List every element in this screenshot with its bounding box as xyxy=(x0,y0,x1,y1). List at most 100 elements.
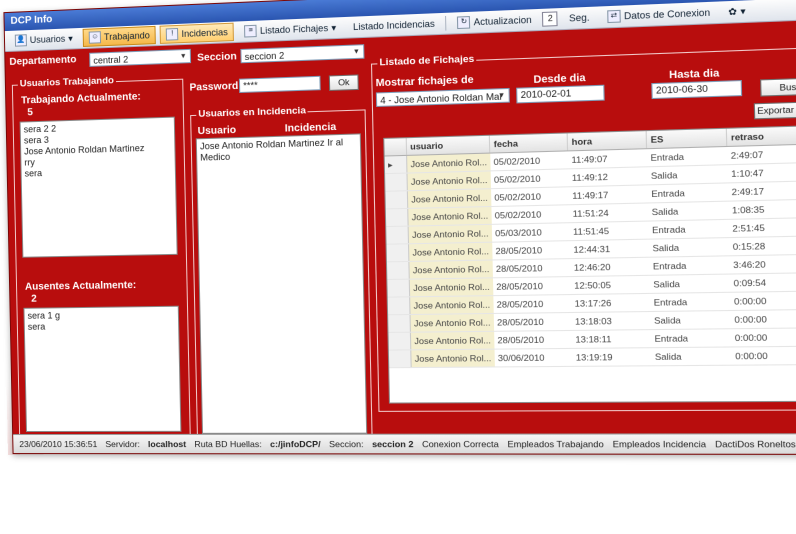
incidencias-button[interactable]: ! Incidencias xyxy=(160,23,234,44)
column-header-fecha[interactable]: fecha xyxy=(490,133,568,153)
cell-ES[interactable]: Entrada xyxy=(649,219,730,239)
cell-usuario[interactable]: Jose Antonio Rol... xyxy=(408,224,492,243)
cell-usuario[interactable]: Jose Antonio Rol... xyxy=(409,278,493,297)
cell-ES[interactable]: Salida xyxy=(648,201,729,221)
cell-hora[interactable]: 11:51:45 xyxy=(570,221,649,241)
ok-button[interactable]: Ok xyxy=(329,74,359,91)
cell-fecha[interactable]: 28/05/2010 xyxy=(492,259,570,278)
row-selector[interactable] xyxy=(389,350,411,368)
departamento-select[interactable]: central 2 ▾ xyxy=(89,49,191,67)
cell-hora[interactable]: 11:49:07 xyxy=(568,149,647,169)
incidencia-list[interactable]: Jose Antonio Roldan Martinez Ir al Medic… xyxy=(196,133,367,433)
cell-usuario[interactable]: Jose Antonio Rol... xyxy=(411,349,495,367)
row-selector[interactable]: ▸ xyxy=(385,155,407,173)
list-item[interactable]: Jose Antonio Roldan Martinez Ir al Medic… xyxy=(200,137,357,164)
column-header-hora[interactable]: hora xyxy=(568,131,647,151)
cell-usuario[interactable]: Jose Antonio Rol... xyxy=(410,313,494,332)
cell-retraso[interactable]: 0:15:28 xyxy=(729,236,796,256)
datos-conexion-button[interactable]: ⇄ Datos de Conexion xyxy=(600,3,717,27)
cell-fecha[interactable]: 28/05/2010 xyxy=(493,295,571,314)
cell-retraso[interactable]: 0:09:54 xyxy=(730,273,796,292)
cell-ES[interactable]: Salida xyxy=(650,274,731,293)
cell-usuario[interactable]: Jose Antonio Rol... xyxy=(408,242,492,261)
seccion-select[interactable]: seccion 2 ▾ xyxy=(240,44,364,63)
cell-hora[interactable]: 12:44:31 xyxy=(570,239,649,258)
cell-hora[interactable]: 13:18:11 xyxy=(572,330,651,349)
cell-retraso[interactable]: 2:51:45 xyxy=(729,218,796,238)
cell-usuario[interactable]: Jose Antonio Rol... xyxy=(410,296,494,315)
ausentes-list[interactable]: sera 1 g sera xyxy=(23,306,181,432)
cell-ES[interactable]: Entrada xyxy=(648,183,729,203)
cell-fecha[interactable]: 05/02/2010 xyxy=(491,187,569,207)
cell-usuario[interactable]: Jose Antonio Rol... xyxy=(407,189,491,209)
row-selector[interactable] xyxy=(388,297,410,315)
list-item[interactable]: sera xyxy=(28,320,175,333)
column-header-ES[interactable]: ES xyxy=(647,129,728,149)
cell-fecha[interactable]: 05/02/2010 xyxy=(491,205,569,225)
table-row[interactable]: Jose Antonio Rol... 30/06/2010 13:19:19 Sal… xyxy=(389,346,796,368)
fichajes-grid[interactable]: usuariofechahoraESretrasoar ▸Jose Antoni… xyxy=(383,124,796,403)
listado-incidencias-button[interactable]: Listado Incidencias xyxy=(346,14,441,37)
trabajando-list[interactable]: sera 2 2 sera 3 Jose Antonio Roldan Mart… xyxy=(20,117,178,258)
cell-hora[interactable]: 11:49:12 xyxy=(568,167,647,187)
cell-ES[interactable]: Entrada xyxy=(651,329,732,348)
row-selector[interactable] xyxy=(388,315,410,333)
cell-retraso[interactable]: 0:00:00 xyxy=(731,328,796,347)
row-selector[interactable] xyxy=(386,226,408,244)
cell-retraso[interactable]: 3:46:20 xyxy=(730,254,796,274)
exportar-excel-button[interactable]: Exportar a Excel xyxy=(754,101,796,120)
buscar-button[interactable]: Buscar xyxy=(760,77,796,97)
cell-hora[interactable]: 13:18:03 xyxy=(572,312,651,331)
cell-ES[interactable]: Salida xyxy=(647,165,728,185)
cell-ES[interactable]: Salida xyxy=(649,238,730,258)
cell-fecha[interactable]: 28/05/2010 xyxy=(492,241,570,260)
cell-hora[interactable]: 11:51:24 xyxy=(569,203,648,223)
cell-ES[interactable]: Salida xyxy=(651,347,732,366)
cell-fecha[interactable]: 05/03/2010 xyxy=(492,223,570,242)
cell-fecha[interactable]: 05/02/2010 xyxy=(491,169,569,189)
password-field[interactable]: **** xyxy=(239,76,321,93)
cell-ES[interactable]: Salida xyxy=(651,311,732,330)
cell-retraso[interactable]: 0:00:00 xyxy=(732,346,796,365)
cell-fecha[interactable]: 28/05/2010 xyxy=(494,330,572,349)
actualizacion-toggle[interactable]: ↻ Actualizacion xyxy=(451,10,539,32)
row-selector[interactable] xyxy=(388,332,410,350)
row-selector[interactable] xyxy=(386,208,408,226)
cell-ES[interactable]: Entrada xyxy=(650,292,731,311)
cell-retraso[interactable]: 1:08:35 xyxy=(728,199,796,219)
usuarios-menu[interactable]: 👤 Usuarios ▾ xyxy=(9,29,79,50)
interval-stepper[interactable]: 2 xyxy=(542,11,558,26)
cell-hora[interactable]: 12:46:20 xyxy=(570,257,649,276)
cell-usuario[interactable]: Jose Antonio Rol... xyxy=(408,207,492,227)
mostrar-select[interactable]: 4 - Jose Antonio Roldan Mar ▾ xyxy=(376,88,510,107)
hasta-field[interactable]: 2010-06-30 xyxy=(651,80,742,99)
cell-hora[interactable]: 13:17:26 xyxy=(571,293,650,312)
desde-field[interactable]: 2010-02-01 xyxy=(516,85,605,104)
row-selector[interactable] xyxy=(387,244,409,262)
help-menu[interactable]: ✿ ▾ xyxy=(721,1,752,22)
cell-usuario[interactable]: Jose Antonio Rol... xyxy=(410,331,494,350)
trabajando-button[interactable]: ☺ Trabajando xyxy=(83,26,156,47)
cell-usuario[interactable]: Jose Antonio Rol... xyxy=(407,171,491,191)
cell-retraso[interactable]: 0:00:00 xyxy=(731,310,796,329)
cell-ES[interactable]: Entrada xyxy=(647,146,728,166)
column-header-retraso[interactable]: retraso xyxy=(727,126,796,146)
cell-fecha[interactable]: 28/05/2010 xyxy=(493,277,571,296)
cell-retraso[interactable]: 2:49:07 xyxy=(727,144,796,164)
listado-fichajes-menu[interactable]: ≡ Listado Fichajes ▾ xyxy=(238,18,343,41)
cell-fecha[interactable]: 30/06/2010 xyxy=(494,348,572,367)
cell-fecha[interactable]: 28/05/2010 xyxy=(494,312,572,331)
row-selector[interactable] xyxy=(387,279,409,297)
row-selector[interactable] xyxy=(387,261,409,279)
cell-usuario[interactable]: Jose Antonio Rol... xyxy=(407,153,491,173)
cell-ES[interactable]: Entrada xyxy=(649,256,730,276)
cell-fecha[interactable]: 05/02/2010 xyxy=(490,151,568,171)
cell-retraso[interactable]: 2:49:17 xyxy=(728,181,796,201)
cell-retraso[interactable]: 0:00:00 xyxy=(730,291,796,310)
cell-hora[interactable]: 11:49:17 xyxy=(569,185,648,205)
cell-retraso[interactable]: 1:10:47 xyxy=(728,163,796,183)
cell-hora[interactable]: 13:19:19 xyxy=(572,348,651,367)
row-selector[interactable] xyxy=(385,173,407,191)
cell-usuario[interactable]: Jose Antonio Rol... xyxy=(409,260,493,279)
cell-hora[interactable]: 12:50:05 xyxy=(571,275,650,294)
